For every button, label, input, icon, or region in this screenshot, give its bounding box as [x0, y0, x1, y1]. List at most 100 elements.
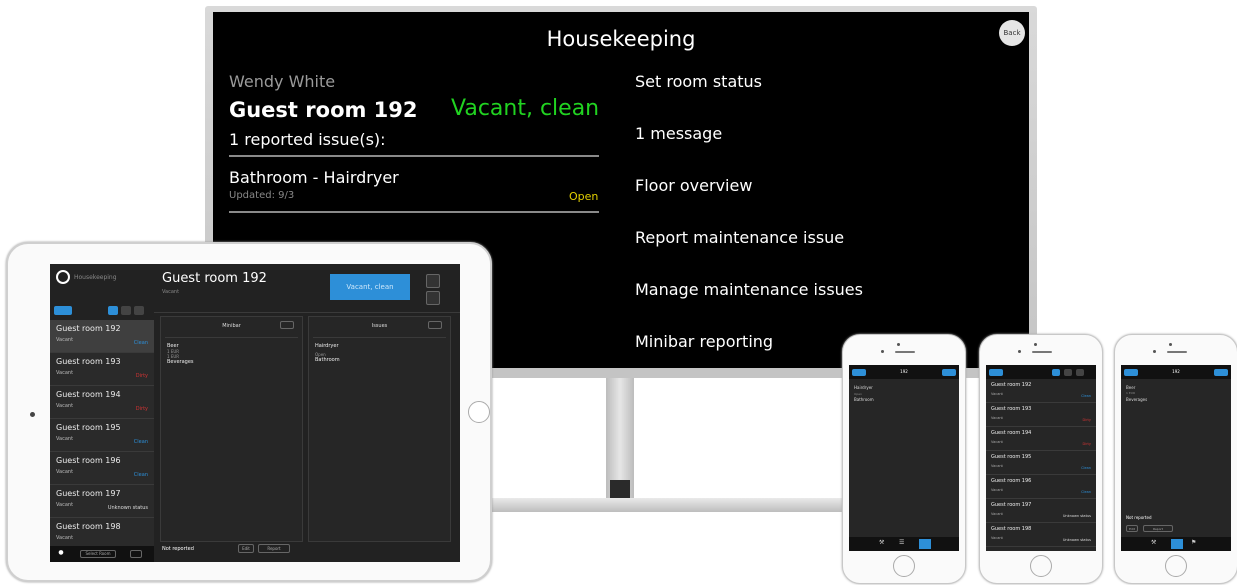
tab-bar: ⚒ ⚑	[1121, 537, 1231, 551]
sensor-icon	[1153, 350, 1156, 353]
add-button[interactable]	[1214, 369, 1228, 376]
room-title: Guest room 192	[162, 271, 267, 286]
bottom-bar: ● Select Room	[50, 546, 154, 562]
set-status-button[interactable]: Vacant, clean	[330, 274, 410, 300]
status-badge: Clean	[133, 340, 148, 346]
list-item[interactable]: Guest room 195 Vacant Clean	[50, 419, 154, 452]
status-badge: Clean	[1081, 490, 1091, 494]
status-badge: Unknown status	[107, 505, 148, 511]
issue-updated: Updated: 9/3	[229, 190, 295, 201]
menu-floor-overview[interactable]: Floor overview	[635, 176, 863, 228]
home-button[interactable]	[893, 555, 915, 577]
list-icon[interactable]: ☰	[899, 539, 911, 549]
status-badge: Clean	[133, 472, 148, 478]
wrench-icon[interactable]	[426, 291, 440, 305]
wrench-icon[interactable]: ⚒	[1151, 539, 1163, 549]
minibar-footer-label: Not reported	[1126, 515, 1152, 520]
divider	[165, 337, 298, 338]
grid-icon[interactable]	[1052, 369, 1060, 376]
filter-button[interactable]	[54, 306, 72, 315]
add-button[interactable]	[942, 369, 956, 376]
sort-icon[interactable]	[134, 306, 144, 315]
iphone-minibar: 192 Beer 1 EUR Beverages Not reported Ed…	[1114, 334, 1237, 584]
list-item[interactable]: Guest room 197 Vacant Unknown status	[50, 485, 154, 518]
list-item[interactable]: Guest room 193 Vacant Dirty	[986, 403, 1096, 427]
minibar-panel: Minibar Beer 1 EUR 1 EUR Beverages	[160, 316, 303, 542]
status-badge: Unknown status	[1062, 538, 1091, 542]
report-button[interactable]: Report	[258, 544, 290, 553]
search-icon[interactable]	[121, 306, 131, 315]
issues-icon[interactable]: ⚑	[1191, 539, 1203, 549]
page-title: Housekeeping	[546, 27, 696, 51]
list-item[interactable]: Guest room 195 Vacant Clean	[986, 451, 1096, 475]
menu-messages[interactable]: 1 message	[635, 124, 863, 176]
staff-name: Wendy White	[229, 72, 336, 91]
list-item[interactable]: Guest room 192 Vacant Clean	[50, 320, 154, 353]
camera-icon	[1034, 343, 1037, 346]
home-button[interactable]	[1030, 555, 1052, 577]
menu-minibar-reporting[interactable]: Minibar reporting	[635, 332, 863, 368]
list-item[interactable]: Guest room 194 Vacant Dirty	[986, 427, 1096, 451]
status-badge: Dirty	[1082, 418, 1091, 422]
minibar-edit-button[interactable]	[280, 321, 294, 329]
issues-add-button[interactable]	[428, 321, 442, 329]
list-toolbar	[54, 306, 150, 318]
wrench-icon[interactable]: ⚒	[879, 539, 891, 549]
select-room-button[interactable]: Select Room	[80, 550, 116, 558]
issues-tab[interactable]	[919, 539, 931, 549]
grid-icon[interactable]	[108, 306, 118, 315]
list-item[interactable]: Guest room 193 Vacant Dirty	[50, 353, 154, 386]
divider	[154, 312, 460, 313]
list-item[interactable]: Guest room 194 Vacant Dirty	[50, 386, 154, 419]
list-item[interactable]: Guest room 192 Vacant Clean	[986, 379, 1096, 403]
iphone-room-list: Guest room 192 Vacant Clean Guest room 1…	[979, 334, 1103, 584]
home-button[interactable]	[1165, 555, 1187, 577]
minibar-tab[interactable]	[1171, 539, 1183, 549]
menu-set-room-status[interactable]: Set room status	[635, 72, 863, 124]
user-icon[interactable]: ●	[56, 550, 66, 558]
report-button[interactable]: Report	[1143, 525, 1173, 532]
list-item[interactable]: Guest room 196 Vacant Clean	[986, 475, 1096, 499]
keyboard-icon[interactable]	[130, 550, 142, 558]
edit-button[interactable]: Edit	[238, 544, 254, 553]
speaker-icon	[895, 351, 915, 353]
issue-name[interactable]: Bathroom - Hairdryer	[229, 168, 399, 187]
message-icon[interactable]	[426, 274, 440, 288]
menu-manage-maintenance[interactable]: Manage maintenance issues	[635, 280, 863, 332]
app-name: Housekeeping	[74, 274, 117, 281]
status-badge: Clean	[1081, 466, 1091, 470]
camera-icon	[1169, 343, 1172, 346]
room-name: Guest room 192	[229, 98, 418, 122]
status-badge: Dirty	[135, 406, 148, 412]
phone-screen: 192 Hairdryer Open Bathroom ⚒ ☰	[849, 365, 959, 551]
sensor-icon	[881, 350, 884, 353]
list-item[interactable]: Guest room 197 Vacant Unknown status	[986, 499, 1096, 523]
camera-icon	[30, 412, 35, 417]
list-item[interactable]: Guest room 198 Vacant Unknown status	[986, 523, 1096, 547]
room-status: Vacant, clean	[451, 96, 600, 121]
camera-icon	[897, 343, 900, 346]
action-menu: Set room status 1 message Floor overview…	[635, 72, 863, 368]
sensor-icon	[1018, 350, 1021, 353]
iphone-issues: 192 Hairdryer Open Bathroom ⚒ ☰	[842, 334, 966, 584]
search-icon[interactable]	[1064, 369, 1072, 376]
speaker-icon	[1167, 351, 1187, 353]
sort-icon[interactable]	[1076, 369, 1084, 376]
tv-stand-base	[490, 498, 850, 512]
tab-bar: ⚒ ☰	[849, 537, 959, 551]
top-bar: 192	[849, 365, 959, 379]
list-item[interactable]: Guest room 196 Vacant Clean	[50, 452, 154, 485]
minibar-footer-label: Not reported	[162, 546, 194, 552]
back-button[interactable]: Back	[999, 20, 1025, 46]
edit-button[interactable]: Edit	[1126, 525, 1138, 532]
phone-screen: 192 Beer 1 EUR Beverages Not reported Ed…	[1121, 365, 1231, 551]
status-badge: Clean	[1081, 394, 1091, 398]
filter-button[interactable]	[989, 369, 1003, 376]
status-badge: Dirty	[1082, 442, 1091, 446]
phone-screen: Guest room 192 Vacant Clean Guest room 1…	[986, 365, 1096, 551]
issues-summary: 1 reported issue(s):	[229, 130, 386, 149]
divider	[229, 155, 599, 157]
home-button[interactable]	[468, 401, 490, 423]
menu-report-maintenance[interactable]: Report maintenance issue	[635, 228, 863, 280]
speaker-icon	[1032, 351, 1052, 353]
